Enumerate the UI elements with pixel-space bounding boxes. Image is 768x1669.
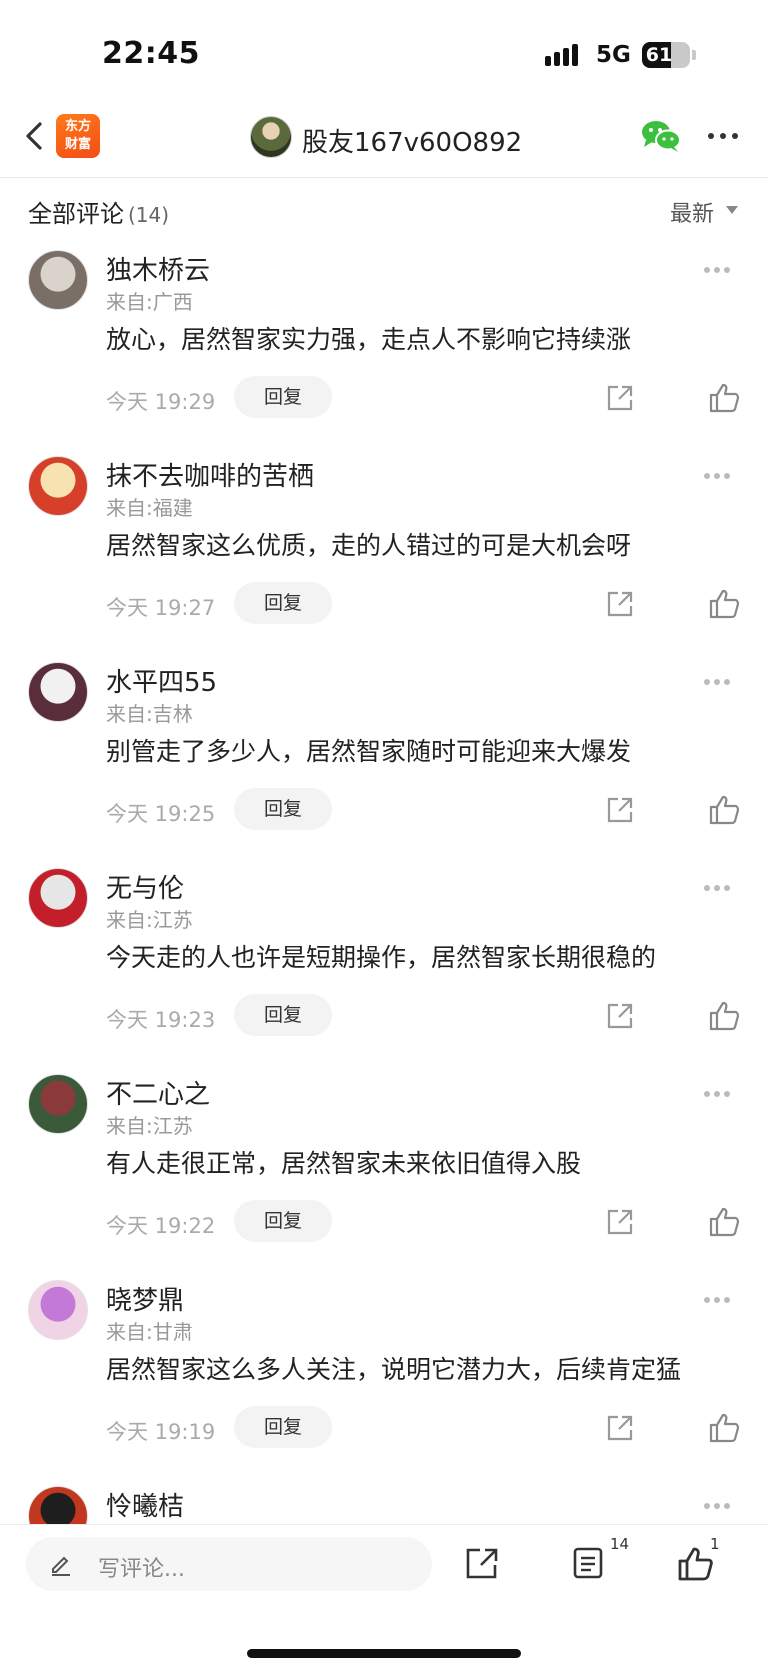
comment-time: 今天 19:25 [106, 802, 216, 826]
thumbs-up-icon[interactable] [708, 998, 742, 1032]
commenter-avatar[interactable] [28, 250, 88, 310]
more-dots-icon[interactable] [704, 1494, 740, 1509]
comments-title: 全部评论 (14) [28, 194, 169, 229]
wechat-icon [642, 121, 681, 152]
more-dots-icon[interactable] [704, 258, 740, 273]
commenter-location: 来自:江苏 [106, 908, 193, 932]
commenter-avatar[interactable] [28, 662, 88, 722]
reply-button[interactable]: 回复 [234, 376, 332, 418]
comment-time: 今天 19:22 [106, 1214, 216, 1238]
comment-item: 独木桥云 来自:广西 放心，居然智家实力强，走点人不影响它持续涨 今天 19:2… [0, 240, 768, 446]
wechat-share-button[interactable] [640, 118, 682, 154]
comment-text: 今天走的人也许是短期操作，居然智家长期很稳的 [106, 943, 657, 972]
reply-button[interactable]: 回复 [234, 582, 332, 624]
network-type: 5G [596, 42, 631, 68]
comment-time: 今天 19:27 [106, 596, 216, 620]
more-dots-icon[interactable] [704, 876, 740, 891]
reply-button[interactable]: 回复 [234, 994, 332, 1036]
commenter-name[interactable]: 独木桥云 [106, 250, 210, 287]
thumbs-up-icon[interactable] [708, 792, 742, 826]
likes-count-badge: 1 [710, 1535, 720, 1553]
more-dots-icon[interactable] [704, 670, 740, 685]
commenter-avatar[interactable] [28, 1280, 88, 1340]
more-dots-icon [708, 133, 738, 139]
reply-button[interactable]: 回复 [234, 1406, 332, 1448]
comments-header: 全部评论 (14) 最新 [0, 180, 768, 240]
more-dots-icon[interactable] [704, 1082, 740, 1097]
bottom-action-bar: 写评论... 14 1 [0, 1524, 768, 1669]
commenter-name[interactable]: 怜曦桔 [106, 1486, 184, 1523]
back-button[interactable] [16, 116, 56, 156]
commenter-name[interactable]: 抹不去咖啡的苦栖 [106, 456, 314, 493]
comment-text: 放心，居然智家实力强，走点人不影响它持续涨 [106, 325, 632, 354]
user-avatar[interactable] [250, 116, 292, 158]
commenter-avatar[interactable] [28, 1486, 88, 1524]
comments-count-badge: 14 [610, 1535, 630, 1553]
comment-time: 今天 19:19 [106, 1420, 216, 1444]
share-icon[interactable] [464, 1545, 500, 1581]
commenter-location: 来自:吉林 [106, 702, 193, 726]
caret-down-icon[interactable] [726, 206, 738, 214]
thumbs-up-icon[interactable] [708, 1204, 742, 1238]
share-icon[interactable] [604, 588, 636, 620]
top-nav-bar: 东方 财富 股友167v60O892 [0, 100, 768, 178]
more-dots-icon[interactable] [704, 1288, 740, 1303]
reply-button[interactable]: 回复 [234, 1200, 332, 1242]
more-options-button[interactable] [706, 122, 740, 150]
brand-logo[interactable]: 东方 财富 [56, 114, 100, 158]
back-arrow-icon [26, 122, 42, 150]
page-title[interactable]: 股友167v60O892 [302, 122, 522, 159]
comment-list[interactable]: 独木桥云 来自:广西 放心，居然智家实力强，走点人不影响它持续涨 今天 19:2… [0, 240, 768, 1524]
commenter-name[interactable]: 晓梦鼎 [106, 1280, 184, 1317]
comment-text: 居然智家这么优质，走的人错过的可是大机会呀 [106, 531, 632, 560]
reply-button[interactable]: 回复 [234, 788, 332, 830]
comment-item: 怜曦桔 [0, 1476, 768, 1524]
comment-item: 无与伦 来自:江苏 今天走的人也许是短期操作，居然智家长期很稳的 今天 19:2… [0, 858, 768, 1064]
comment-input-placeholder: 写评论... [98, 1557, 185, 1582]
thumbs-up-icon[interactable] [708, 1410, 742, 1444]
battery-level: 61 [645, 44, 673, 66]
commenter-avatar[interactable] [28, 456, 88, 516]
commenter-avatar[interactable] [28, 1074, 88, 1134]
comment-item: 水平四55 来自:吉林 别管走了多少人，居然智家随时可能迎来大爆发 今天 19:… [0, 652, 768, 858]
sort-dropdown[interactable]: 最新 [670, 196, 714, 228]
comment-text: 居然智家这么多人关注，说明它潜力大，后续肯定猛 [106, 1355, 682, 1384]
commenter-name[interactable]: 水平四55 [106, 662, 217, 699]
brand-logo-line1: 东方 [64, 119, 91, 134]
home-indicator[interactable] [247, 1649, 521, 1658]
comment-text: 有人走很正常，居然智家未来依旧值得入股 [106, 1149, 582, 1178]
share-icon[interactable] [604, 794, 636, 826]
commenter-location: 来自:甘肃 [106, 1320, 193, 1344]
pen-icon [52, 1556, 70, 1576]
battery-icon: 61 [642, 42, 690, 68]
brand-logo-line2: 财富 [64, 137, 91, 152]
share-icon[interactable] [604, 1206, 636, 1238]
comment-text: 别管走了多少人，居然智家随时可能迎来大爆发 [106, 737, 632, 766]
thumbs-up-icon[interactable] [708, 586, 742, 620]
commenter-avatar[interactable] [28, 868, 88, 928]
cellular-signal-icon [545, 44, 578, 66]
battery-nub [692, 50, 696, 60]
share-icon[interactable] [604, 382, 636, 414]
commenter-name[interactable]: 不二心之 [106, 1074, 210, 1111]
share-icon[interactable] [604, 1000, 636, 1032]
comments-count: (14) [128, 203, 170, 227]
commenter-location: 来自:江苏 [106, 1114, 193, 1138]
thumbs-up-icon[interactable] [708, 380, 742, 414]
more-dots-icon[interactable] [704, 464, 740, 479]
share-icon[interactable] [604, 1412, 636, 1444]
commenter-name[interactable]: 无与伦 [106, 868, 184, 905]
comment-time: 今天 19:29 [106, 390, 216, 414]
comment-input[interactable]: 写评论... [26, 1537, 432, 1591]
status-bar: 22:45 5G 61 [0, 0, 768, 100]
comment-time: 今天 19:23 [106, 1008, 216, 1032]
commenter-location: 来自:广西 [106, 290, 193, 314]
comments-list-icon[interactable] [570, 1545, 606, 1581]
comment-item: 抹不去咖啡的苦栖 来自:福建 居然智家这么优质，走的人错过的可是大机会呀 今天 … [0, 446, 768, 652]
status-time: 22:45 [102, 36, 200, 71]
comment-item: 不二心之 来自:江苏 有人走很正常，居然智家未来依旧值得入股 今天 19:22 … [0, 1064, 768, 1270]
comment-item: 晓梦鼎 来自:甘肃 居然智家这么多人关注，说明它潜力大，后续肯定猛 今天 19:… [0, 1270, 768, 1476]
comments-title-label: 全部评论 [28, 200, 124, 228]
commenter-location: 来自:福建 [106, 496, 193, 520]
